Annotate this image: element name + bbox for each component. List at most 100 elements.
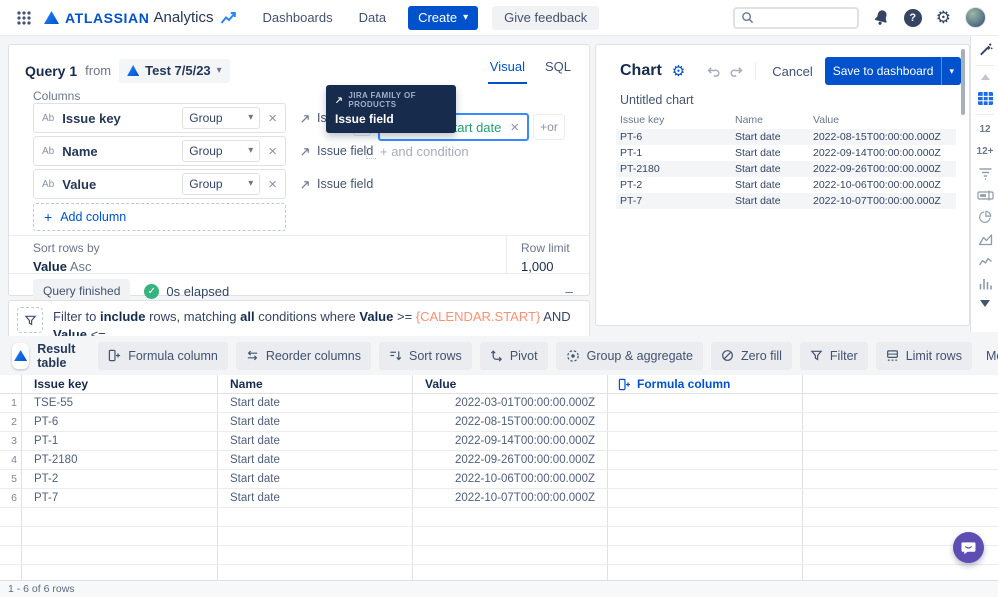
table-row[interactable]: 4 PT-2180 Start date 2022-09-26T00:00:00… [0,451,998,470]
remove-column-icon[interactable]: × [268,111,277,126]
scroll-down-icon[interactable] [971,294,998,312]
row-limit-section[interactable]: Row limit 1,000 [521,241,570,274]
filter-button[interactable]: Filter [799,341,868,370]
group-aggregate-icon [566,349,579,362]
column-name[interactable]: Ab Name Group ▾ × [33,136,286,166]
settings-gear-icon[interactable]: ⚙ [936,9,951,26]
chart-type-pie-icon[interactable] [971,206,998,228]
chart-type-multi-value[interactable]: 12+ [971,140,998,162]
notifications-bell-icon[interactable] [871,7,892,28]
remove-column-icon[interactable]: × [268,144,277,159]
scrollbar[interactable] [961,49,965,115]
divider [975,65,994,66]
table-row[interactable]: 3 PT-1 Start date 2022-09-14T00:00:00.00… [0,432,998,451]
column-row: Ab Issue key Group ▾ × Issue [33,103,347,133]
zero-fill-icon [722,350,733,361]
col-header-value[interactable]: Value [413,375,608,394]
chart-settings-gear-icon[interactable]: ⚙ [672,64,685,79]
nav-dashboards[interactable]: Dashboards [263,10,333,25]
search-box[interactable] [732,6,859,29]
table-row[interactable]: 6 PT-7 Start date 2022-10-07T00:00:00.00… [0,489,998,508]
brand-product: Analytics [153,9,214,26]
zero-fill-button[interactable]: Zero fill [710,341,792,370]
empty-row [0,565,998,580]
reorder-columns-icon [247,350,258,361]
chat-bubble-icon [961,541,976,554]
sort-rows-button[interactable]: Sort rows [379,341,472,370]
aggregation-select[interactable]: Group ▾ [182,173,261,195]
table-row[interactable]: 1 TSE-55 Start date 2022-03-01T00:00:00.… [0,394,998,413]
brand-name: ATLASSIAN [65,9,150,26]
magic-wand-icon[interactable] [971,36,998,62]
chart-type-bullet-icon[interactable] [971,184,998,206]
collapse-icon[interactable]: – [565,283,573,299]
column-source: Issue field [300,177,373,191]
brand-logo[interactable]: ATLASSIAN Analytics [44,9,237,26]
col-header-formula[interactable]: Formula column [608,375,803,394]
formula-column-button[interactable]: Formula column [98,341,228,370]
chart-type-column-icon[interactable] [971,272,998,294]
result-table-tab[interactable]: Result table [12,342,84,370]
column-value[interactable]: Ab Value Group ▾ × [33,169,286,199]
group-aggregate-button[interactable]: Group & aggregate [555,341,703,370]
more-button[interactable]: More + [980,347,998,364]
remove-column-icon[interactable]: × [268,177,277,192]
sort-rows-section[interactable]: Sort rows by Value Asc [33,241,100,274]
chart-type-funnel-icon[interactable] [971,162,998,184]
add-or-condition-button[interactable]: +or [533,114,565,140]
top-nav: ATLASSIAN Analytics Dashboards Data Crea… [0,0,998,36]
tab-sql[interactable]: SQL [543,57,573,84]
column-issue-key[interactable]: Ab Issue key Group ▾ × [33,103,286,133]
pivot-button[interactable]: Pivot [479,341,548,370]
save-options-chevron-icon[interactable]: ▾ [941,57,961,85]
chart-preview-table: Issue key Name Value PT-6 Start date 2022-08… [616,111,956,209]
create-button[interactable]: Create ▾ [408,5,479,30]
column-row: Ab Name Group ▾ × Issue field [33,136,373,166]
chart-type-line-icon[interactable] [971,250,998,272]
app-switcher-icon[interactable] [12,6,36,30]
query-filter-note[interactable]: Filter to include rows, matching all con… [8,300,590,336]
chevron-down-icon: ▾ [248,178,254,189]
chart-type-single-value[interactable]: 12 [971,118,998,140]
connector-line [366,147,376,159]
give-feedback-button[interactable]: Give feedback [492,5,600,30]
limit-rows-button[interactable]: Limit rows [875,341,972,370]
data-source-selector[interactable]: Test 7/5/23 ▾ [119,58,230,83]
plus-icon: + [44,209,53,225]
add-column-button[interactable]: + Add column [33,203,286,231]
undo-icon[interactable] [705,64,720,78]
avatar[interactable] [965,7,986,28]
divider [9,235,589,236]
redo-icon[interactable] [730,64,745,78]
save-to-dashboard-button[interactable]: Save to dashboard ▾ [824,57,961,85]
chat-help-button[interactable] [953,532,984,563]
help-icon[interactable]: ? [903,8,922,27]
filter-note-text: Filter to include rows, matching all con… [53,309,571,336]
search-input[interactable] [758,10,849,25]
atlassian-source-icon [127,65,140,76]
preview-row: PT-2180 Start date 2022-09-26T00:00:00.000… [616,161,956,177]
aggregation-select[interactable]: Group ▾ [182,107,261,129]
empty-row [0,508,998,527]
query-from-label: from [85,63,112,78]
add-and-condition-button[interactable]: + and condition [366,144,469,159]
text-type-icon: Ab [42,112,55,124]
divider [506,235,507,273]
preview-row: PT-6 Start date 2022-08-15T00:00:00.000Z [616,129,956,145]
chart-name[interactable]: Untitled chart [620,93,694,107]
remove-condition-icon[interactable]: × [510,120,519,135]
nav-data[interactable]: Data [359,10,386,25]
chart-type-table-icon[interactable] [971,85,998,111]
join-arrow-icon [301,147,309,156]
table-row[interactable]: 5 PT-2 Start date 2022-10-06T00:00:00.00… [0,470,998,489]
tab-visual[interactable]: Visual [487,57,527,84]
reorder-columns-button[interactable]: Reorder columns [235,341,372,370]
chart-type-area-icon[interactable] [971,228,998,250]
scroll-up-icon[interactable] [971,69,998,85]
col-header-name[interactable]: Name [218,375,413,394]
table-row[interactable]: 2 PT-6 Start date 2022-08-15T00:00:00.00… [0,413,998,432]
col-header-issue-key[interactable]: Issue key [22,375,218,394]
cancel-button[interactable]: Cancel [766,60,818,83]
chart-title: Chart [620,62,662,79]
aggregation-select[interactable]: Group ▾ [182,140,261,162]
